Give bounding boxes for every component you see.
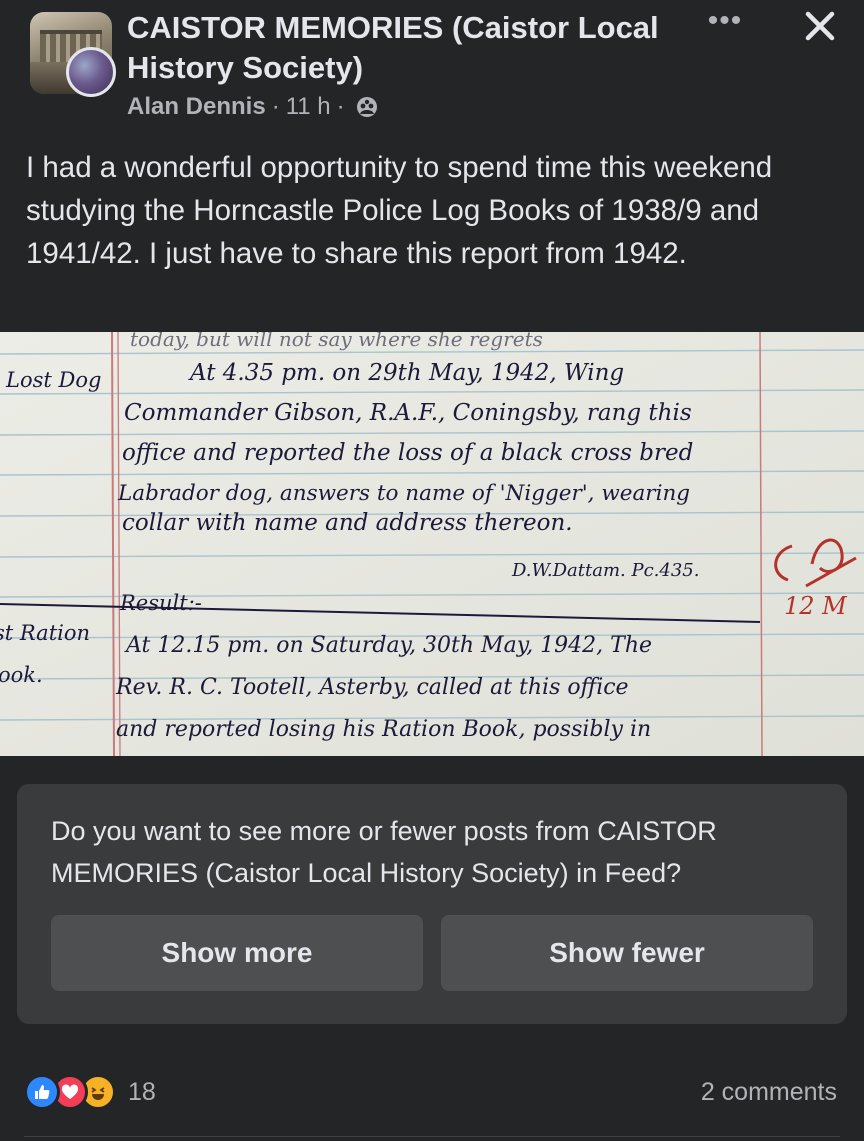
feed-preference-question: Do you want to see more or fewer posts f… [51,816,717,888]
feed-preference-card: Do you want to see more or fewer posts f… [17,784,847,1024]
reactions-summary[interactable]: 18 [24,1074,156,1110]
group-name[interactable]: CAISTOR MEMORIES (Caistor Local History … [127,8,687,88]
ledger-line: today, but will not say where she regret… [130,332,543,351]
ledger-line: D.W.Dattam. Pc.435. [511,560,699,581]
author-name[interactable]: Alan Dennis [127,93,266,121]
ledger-line: At 12.15 pm. on Saturday, 30th May, 1942… [124,633,652,658]
post-footer: 18 2 comments [0,1060,864,1140]
author-avatar[interactable] [66,47,116,97]
ledger-line: Rev. R. C. Tootell, Asterby, called at t… [115,675,629,700]
post-meta: Alan Dennis · 11 h · [127,93,379,121]
ledger-margin-text: st Ration [0,621,90,645]
like-icon [24,1074,60,1110]
post-photo[interactable]: Lost Dog st Ration ook. today, but will … [0,332,864,756]
more-options-icon[interactable]: ••• [703,6,747,36]
meta-separator: · [336,93,345,120]
show-fewer-button[interactable]: Show fewer [441,915,813,991]
ledger-line: At 4.35 pm. on 29th May, 1942, Wing [188,360,624,386]
post-text: I had a wonderful opportunity to spend t… [26,151,773,270]
reaction-count: 18 [128,1077,156,1106]
meta-separator: · [271,93,280,120]
group-audience-icon [355,95,379,119]
ledger-line: collar with name and address thereon. [122,510,573,536]
ledger-line: Commander Gibson, R.A.F., Coningsby, ran… [124,400,692,426]
post-time[interactable]: 11 h [286,93,331,121]
ledger-margin-text: Lost Dog [5,368,101,392]
ledger-red-mark: 12 M [784,592,848,620]
ledger-page-image: Lost Dog st Ration ook. today, but will … [0,332,864,756]
footer-divider [24,1136,840,1137]
post-header: CAISTOR MEMORIES (Caistor Local History … [0,0,864,130]
ledger-line: Result:- [119,591,202,615]
comments-count[interactable]: 2 comments [701,1078,837,1107]
ledger-line: Labrador dog, answers to name of 'Nigger… [117,481,690,506]
ledger-margin-text: ook. [0,663,43,687]
ledger-line: and reported losing his Ration Book, pos… [116,717,651,742]
close-icon[interactable] [800,6,840,46]
ledger-line: office and reported the loss of a black … [122,440,693,466]
show-more-button[interactable]: Show more [51,915,423,991]
